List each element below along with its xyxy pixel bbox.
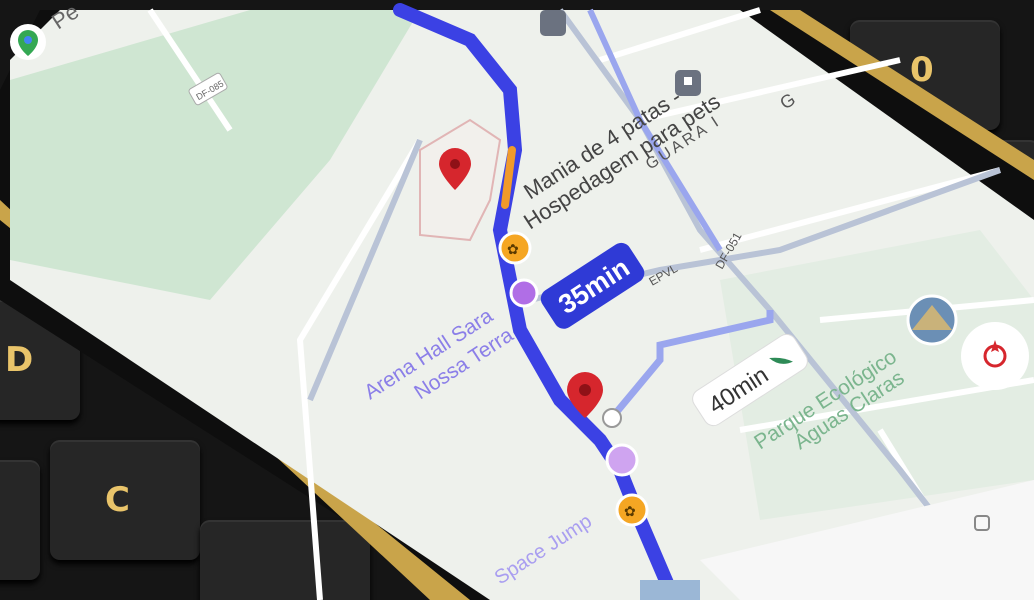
waypoint [602,408,622,428]
shopping-icon[interactable] [509,278,539,308]
restaurant-icon[interactable]: ✿ [615,493,649,527]
thumbnail-image [640,580,700,600]
parking-icon [540,10,566,36]
shopping-icon[interactable] [605,443,639,477]
restaurant-icon[interactable]: ✿ [498,231,532,265]
map-screen[interactable]: DF-085 EPVL DF-051 Mania de 4 patas - Ho… [0,0,1034,600]
svg-text:✿: ✿ [507,242,519,258]
maps-logo-icon[interactable] [10,24,46,60]
compass-icon[interactable] [961,322,1029,390]
svg-text:✿: ✿ [624,504,636,520]
avatar[interactable] [906,294,958,346]
